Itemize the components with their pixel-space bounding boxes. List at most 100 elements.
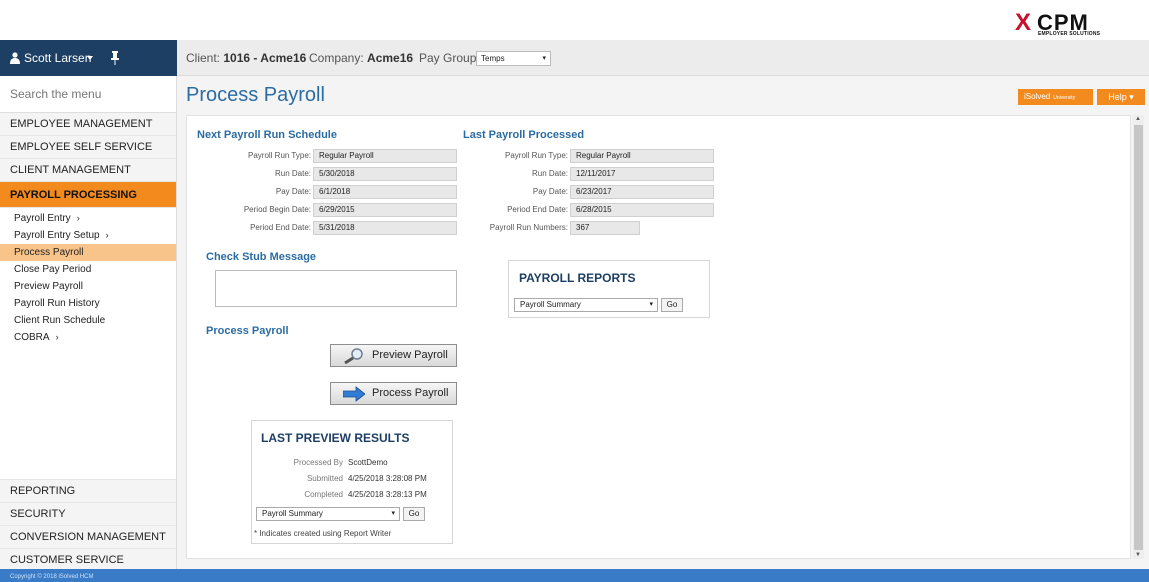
menu-item-employee-self-service[interactable]: EMPLOYEE SELF SERVICE	[0, 136, 176, 159]
submenu-payroll-entry-setup[interactable]: Payroll Entry Setup ›	[0, 227, 176, 244]
company-value: Acme16	[367, 51, 414, 65]
company-label: Company:	[309, 51, 364, 65]
menu-item-employee-management[interactable]: EMPLOYEE MANAGEMENT	[0, 113, 176, 136]
field-label: Run Date:	[274, 169, 311, 178]
user-menu[interactable]: Scott Larsen	[0, 40, 177, 76]
submenu-label: COBRA	[14, 332, 50, 343]
field-label: Period End Date:	[507, 205, 568, 214]
submitted-label: Submitted	[306, 474, 343, 483]
menu-top-list: EMPLOYEE MANAGEMENT EMPLOYEE SELF SERVIC…	[0, 113, 176, 346]
last-run-number-value: 367	[570, 221, 640, 235]
scroll-up-icon[interactable]: ▲	[1135, 116, 1141, 122]
page-title: Process Payroll	[186, 84, 325, 106]
menu-item-security[interactable]: SECURITY	[0, 502, 176, 525]
last-period-end-value: 6/28/2015	[570, 203, 714, 217]
scroll-thumb[interactable]	[1134, 125, 1143, 550]
next-period-end-value: 5/31/2018	[313, 221, 457, 235]
preview-report-selected: Payroll Summary	[262, 509, 323, 518]
main-panel: Process Payroll iSolved University Help ▾…	[177, 76, 1149, 569]
user-name: Scott Larsen	[24, 51, 92, 65]
pin-icon[interactable]	[110, 51, 120, 65]
menu-item-reporting[interactable]: REPORTING	[0, 479, 176, 502]
field-label: Pay Date:	[532, 187, 568, 196]
menu-item-payroll-processing[interactable]: PAYROLL PROCESSING	[0, 182, 176, 208]
submenu-client-run-schedule[interactable]: Client Run Schedule	[0, 312, 176, 329]
preview-report-go-button[interactable]: Go	[403, 507, 425, 521]
field-label: Payroll Run Numbers:	[489, 223, 568, 232]
payroll-submenu: Payroll Entry › Payroll Entry Setup › Proc…	[0, 208, 176, 346]
last-pay-date-value: 6/23/2017	[570, 185, 714, 199]
isolved-sub-label: University	[1053, 95, 1076, 101]
process-payroll-button[interactable]: Process Payroll	[330, 382, 457, 405]
next-run-date-value: 5/30/2018	[313, 167, 457, 181]
company-logo[interactable]: X CPM EMPLOYER SOLUTIONS	[1015, 11, 1111, 39]
paygroup-select[interactable]: Temps ▾	[476, 51, 551, 66]
scroll-down-icon[interactable]: ▼	[1135, 552, 1141, 558]
submenu-label: Process Payroll	[14, 247, 84, 258]
next-run-type-value: Regular Payroll	[313, 149, 457, 163]
completed-value: 4/25/2018 3:28:13 PM	[348, 490, 427, 499]
preview-payroll-button[interactable]: Preview Payroll	[330, 344, 457, 367]
help-button[interactable]: Help ▾	[1097, 89, 1145, 105]
process-payroll-title: Process Payroll	[206, 325, 289, 337]
chevron-right-icon: ›	[105, 230, 109, 240]
preview-payroll-label: Preview Payroll	[372, 349, 448, 361]
user-icon	[10, 52, 20, 64]
process-payroll-label: Process Payroll	[372, 387, 449, 399]
submenu-cobra[interactable]: COBRA ›	[0, 329, 176, 346]
report-writer-note: * Indicates created using Report Writer	[254, 529, 392, 538]
preview-report-select[interactable]: Payroll Summary ▾	[256, 507, 400, 521]
last-run-title: Last Payroll Processed	[463, 129, 585, 141]
field-label: Pay Date:	[275, 187, 311, 196]
dropdown-arrow-icon: ▾	[391, 510, 395, 517]
payroll-reports-go-button[interactable]: Go	[661, 298, 683, 312]
submenu-close-pay-period[interactable]: Close Pay Period	[0, 261, 176, 278]
isolved-label: iSolved	[1024, 92, 1051, 101]
next-period-begin-value: 6/29/2015	[313, 203, 457, 217]
last-run-date-value: 12/11/2017	[570, 167, 714, 181]
payroll-reports-title: PAYROLL REPORTS	[519, 271, 636, 285]
payroll-reports-select[interactable]: Payroll Summary ▾	[514, 298, 658, 312]
submenu-label: Close Pay Period	[14, 264, 92, 275]
menu-item-conversion-management[interactable]: CONVERSION MANAGEMENT	[0, 525, 176, 548]
paygroup-label: Pay Group:	[419, 51, 480, 65]
menu-bottom-list: REPORTING SECURITY CONVERSION MANAGEMENT…	[0, 479, 176, 571]
check-stub-message-input[interactable]	[215, 270, 457, 307]
submenu-process-payroll[interactable]: Process Payroll	[0, 244, 176, 261]
top-bar: X CPM EMPLOYER SOLUTIONS	[0, 0, 1149, 40]
client-info: Client: 1016 - Acme16	[186, 51, 306, 65]
next-run-title: Next Payroll Run Schedule	[197, 129, 337, 141]
field-label: Period Begin Date:	[243, 205, 311, 214]
submenu-payroll-entry[interactable]: Payroll Entry ›	[0, 210, 176, 227]
submenu-payroll-run-history[interactable]: Payroll Run History	[0, 295, 176, 312]
chevron-right-icon: ›	[55, 332, 59, 342]
check-stub-title: Check Stub Message	[206, 251, 317, 263]
menu-item-client-management[interactable]: CLIENT MANAGEMENT	[0, 159, 176, 182]
logo-mark: X	[1015, 9, 1032, 36]
context-header: Scott Larsen Client: 1016 - Acme16 Compa…	[0, 40, 1149, 76]
menu-search-input[interactable]	[0, 76, 176, 113]
menu-item-customer-service[interactable]: CUSTOMER SERVICE	[0, 548, 176, 571]
chevron-down-icon	[87, 56, 93, 60]
logo-subtitle: EMPLOYER SOLUTIONS	[1038, 31, 1101, 37]
last-preview-title: LAST PREVIEW RESULTS	[261, 431, 410, 445]
submenu-label: Payroll Entry	[14, 213, 71, 224]
copyright-text: Copyright © 2018 iSolved HCM	[10, 574, 94, 580]
field-label: Period End Date:	[250, 223, 311, 232]
submenu-preview-payroll[interactable]: Preview Payroll	[0, 278, 176, 295]
next-pay-date-value: 6/1/2018	[313, 185, 457, 199]
submitted-value: 4/25/2018 3:28:08 PM	[348, 474, 427, 483]
submenu-label: Payroll Entry Setup	[14, 230, 100, 241]
chevron-right-icon: ›	[76, 213, 80, 223]
completed-label: Completed	[304, 490, 343, 499]
isolved-university-button[interactable]: iSolved University	[1018, 89, 1093, 105]
client-value: 1016 - Acme16	[223, 51, 307, 65]
last-run-type-value: Regular Payroll	[570, 149, 714, 163]
processed-by-label: Processed By	[293, 458, 343, 467]
payroll-reports-panel: PAYROLL REPORTS Payroll Summary ▾ Go	[508, 260, 710, 318]
submenu-label: Payroll Run History	[14, 298, 100, 309]
vertical-scrollbar[interactable]: ▲ ▼	[1133, 115, 1144, 559]
processed-by-value: ScottDemo	[348, 458, 388, 467]
submenu-label: Preview Payroll	[14, 281, 83, 292]
content-area: Next Payroll Run Schedule Payroll Run Ty…	[186, 115, 1131, 559]
